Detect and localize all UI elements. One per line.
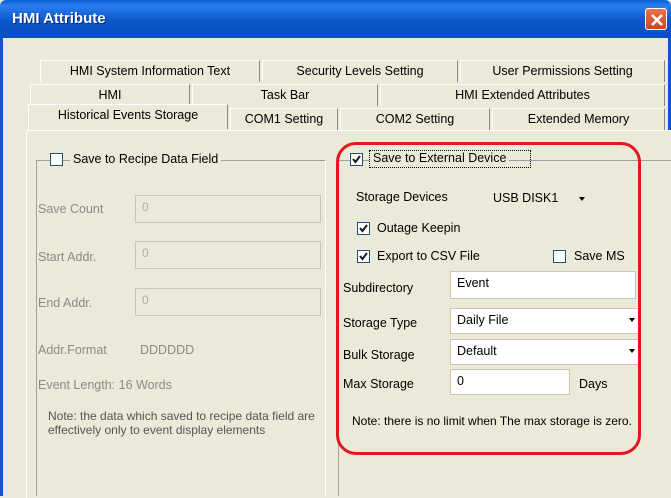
max-storage-note: Note: there is no limit when The max sto… xyxy=(352,414,632,428)
outage-keepin-label: Outage Keepin xyxy=(377,221,461,235)
tab-com1-setting[interactable]: COM1 Setting xyxy=(230,108,338,130)
bulk-storage-value: Default xyxy=(457,344,497,358)
window-title: HMI Attribute xyxy=(12,10,106,27)
save-ms-label: Save MS xyxy=(574,249,625,263)
save-to-external-checkbox[interactable] xyxy=(350,153,363,166)
end-addr-field[interactable]: 0 xyxy=(135,288,321,316)
max-storage-value: 0 xyxy=(457,374,464,388)
tab-user-permissions-setting[interactable]: User Permissions Setting xyxy=(460,60,665,82)
save-ms-checkbox[interactable] xyxy=(553,250,566,263)
save-count-value: 0 xyxy=(142,200,149,214)
tab-task-bar[interactable]: Task Bar xyxy=(192,84,378,106)
chevron-down-icon[interactable] xyxy=(579,197,585,201)
close-icon xyxy=(651,14,663,26)
tab-hmi-extended-attributes[interactable]: HMI Extended Attributes xyxy=(380,84,665,106)
close-button[interactable] xyxy=(645,8,667,30)
start-addr-field[interactable]: 0 xyxy=(135,241,321,269)
end-addr-label: End Addr. xyxy=(38,296,93,310)
storage-devices-label: Storage Devices xyxy=(356,190,448,204)
recipe-note: Note: the data which saved to recipe dat… xyxy=(48,409,315,437)
max-storage-input[interactable]: 0 xyxy=(450,369,570,395)
max-storage-label: Max Storage xyxy=(343,377,414,391)
end-addr-value: 0 xyxy=(142,293,149,307)
tab-security-levels-setting[interactable]: Security Levels Setting xyxy=(262,60,458,82)
subdirectory-input[interactable]: Event xyxy=(450,271,636,299)
title-bar[interactable]: HMI Attribute xyxy=(0,0,671,38)
addr-format-value: DDDDDD xyxy=(140,343,195,357)
tab-row-3: Historical Events Storage COM1 Setting C… xyxy=(0,104,671,130)
check-icon xyxy=(359,224,368,233)
tab-row-1: HMI System Information Text Security Lev… xyxy=(0,60,671,82)
check-icon xyxy=(352,155,361,164)
focus-rect xyxy=(369,150,531,168)
storage-type-value: Daily File xyxy=(457,313,509,327)
tab-extended-memory[interactable]: Extended Memory xyxy=(492,108,665,130)
export-csv-label: Export to CSV File xyxy=(377,249,480,263)
check-icon xyxy=(359,252,368,261)
event-length-text: Event Length: 16 Words xyxy=(38,378,172,392)
storage-type-select[interactable]: Daily File xyxy=(450,308,640,334)
tab-hmi-system-information-text[interactable]: HMI System Information Text xyxy=(40,60,260,82)
chevron-down-icon xyxy=(629,318,635,322)
save-count-label: Save Count xyxy=(38,202,104,216)
max-storage-unit: Days xyxy=(579,377,608,391)
chevron-down-icon xyxy=(629,349,635,353)
tab-row-2: HMI Task Bar HMI Extended Attributes xyxy=(0,84,671,106)
subdirectory-value: Event xyxy=(457,276,489,290)
addr-format-label: Addr.Format xyxy=(38,343,107,357)
outage-keepin-checkbox[interactable] xyxy=(357,222,370,235)
start-addr-value: 0 xyxy=(142,246,149,260)
bulk-storage-select[interactable]: Default xyxy=(450,339,640,365)
save-to-recipe-checkbox[interactable] xyxy=(50,153,63,166)
tab-historical-events-storage[interactable]: Historical Events Storage xyxy=(28,104,228,129)
subdirectory-label: Subdirectory xyxy=(343,281,414,295)
save-count-field[interactable]: 0 xyxy=(135,195,321,223)
bulk-storage-label: Bulk Storage xyxy=(343,348,415,362)
start-addr-label: Start Addr. xyxy=(38,250,97,264)
storage-type-label: Storage Type xyxy=(343,316,418,330)
save-to-recipe-label: Save to Recipe Data Field xyxy=(70,152,222,166)
storage-devices-value[interactable]: USB DISK1 xyxy=(493,191,558,205)
tab-hmi[interactable]: HMI xyxy=(30,84,190,106)
tab-com2-setting[interactable]: COM2 Setting xyxy=(340,108,490,130)
export-csv-checkbox[interactable] xyxy=(357,250,370,263)
